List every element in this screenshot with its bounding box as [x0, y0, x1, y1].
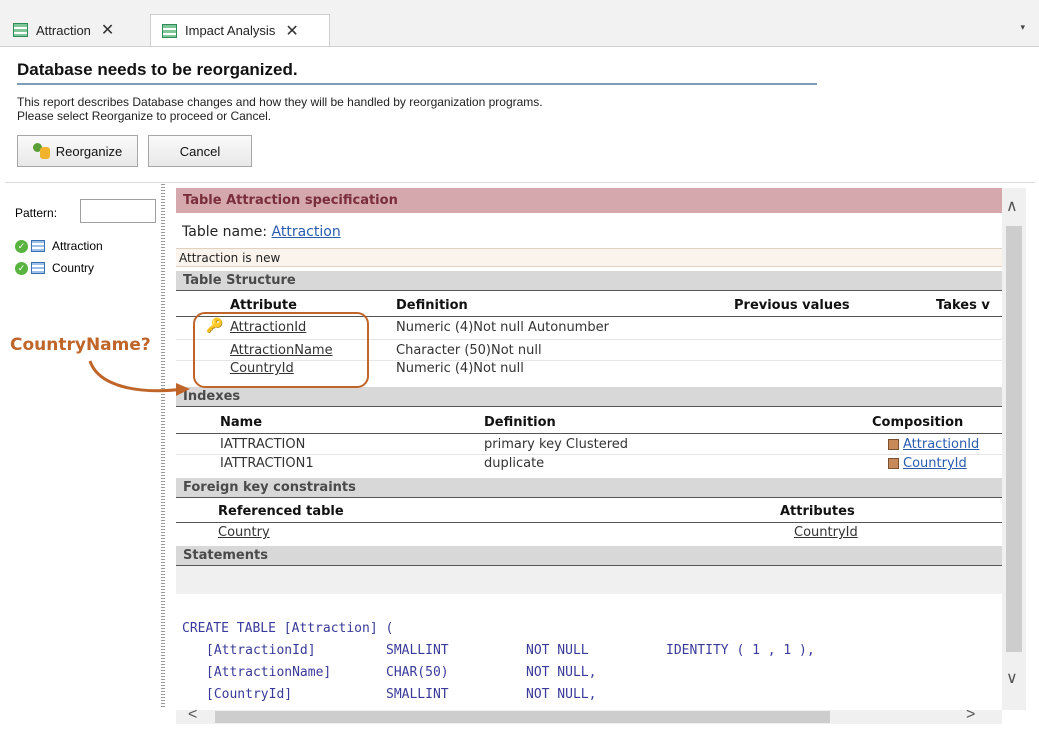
- close-icon[interactable]: ✕: [285, 21, 298, 41]
- section-foreign-keys: Foreign key constraints: [176, 478, 1002, 498]
- check-icon: ✓: [15, 239, 28, 253]
- check-icon: ✓: [15, 261, 28, 275]
- reorganize-icon: [32, 143, 51, 159]
- sql-create-line: CREATE TABLE [Attraction] (: [182, 621, 394, 636]
- composition-link[interactable]: AttractionId: [903, 437, 979, 452]
- table-name: Table name: Attraction: [182, 224, 341, 240]
- referenced-table-link[interactable]: Country: [218, 525, 270, 540]
- fk-attribute-link[interactable]: CountryId: [794, 525, 858, 540]
- tree-item-label: Attraction: [52, 239, 103, 253]
- table-icon: [31, 262, 45, 274]
- tree-item-attraction[interactable]: ✓ Attraction: [15, 237, 103, 255]
- sql-column-name: [AttractionId]: [206, 643, 316, 658]
- statements-gap: [176, 566, 1002, 594]
- table-icon: [13, 23, 28, 37]
- composition-link[interactable]: CountryId: [903, 456, 967, 471]
- tab-label: Attraction: [36, 22, 91, 38]
- spec-header: Table Attraction specification: [176, 188, 1002, 213]
- column-header: Referenced table: [218, 504, 344, 519]
- row-divider: [176, 454, 1002, 455]
- report-view: Table Attraction specification Table nam…: [176, 188, 1002, 710]
- index-definition: primary key Clustered: [484, 437, 629, 452]
- section-title: Foreign key constraints: [183, 480, 356, 495]
- new-table-notice: Attraction is new: [176, 248, 1002, 267]
- sql-null-constraint: NOT NULL: [526, 643, 589, 658]
- reorganize-button[interactable]: Reorganize: [17, 135, 138, 167]
- tree-item-label: Country: [52, 261, 95, 275]
- header-rule: [176, 433, 1002, 434]
- index-composition: AttractionId: [888, 437, 979, 452]
- column-header: Composition: [872, 415, 964, 430]
- annotation-arrow: [88, 360, 190, 396]
- index-composition: CountryId: [888, 456, 967, 471]
- table-name-label: Table name:: [182, 224, 272, 240]
- attribute-definition: Character (50)Not null: [396, 343, 542, 358]
- tab-label: Impact Analysis: [185, 23, 276, 38]
- table-icon: [31, 240, 45, 252]
- sql-null-constraint: NOT NULL,: [526, 687, 597, 702]
- scroll-left-icon[interactable]: <: [188, 706, 197, 724]
- pattern-label: Pattern:: [15, 206, 58, 220]
- new-table-text: Attraction is new: [179, 251, 281, 265]
- column-header: Previous values: [734, 298, 850, 313]
- column-header: Definition: [484, 415, 556, 430]
- pattern-input[interactable]: [80, 199, 156, 223]
- sql-null-constraint: NOT NULL,: [526, 665, 597, 680]
- column-header: Name: [220, 415, 263, 430]
- scroll-down-icon[interactable]: ∨: [1006, 668, 1018, 688]
- sql-column-type: CHAR(50): [386, 665, 449, 680]
- index-definition: duplicate: [484, 456, 545, 471]
- impact-analysis-icon: [162, 23, 177, 38]
- tree-item-country[interactable]: ✓ Country: [15, 259, 94, 277]
- sql-column-name: [AttractionName]: [206, 665, 332, 680]
- annotation-highlight-box: [193, 312, 369, 388]
- attribute-icon: [888, 458, 899, 469]
- vertical-scroll-thumb[interactable]: [1006, 226, 1022, 652]
- description: This report describes Database changes a…: [17, 95, 543, 123]
- close-icon[interactable]: ✕: [101, 20, 114, 40]
- description-line: This report describes Database changes a…: [17, 95, 543, 109]
- section-table-structure: Table Structure: [176, 271, 1002, 291]
- section-title: Statements: [183, 548, 268, 563]
- reorganize-label: Reorganize: [55, 143, 123, 159]
- horizontal-scroll-thumb[interactable]: [215, 711, 830, 723]
- tab-impact-analysis[interactable]: Impact Analysis ✕: [150, 14, 330, 46]
- sql-column-type: SMALLINT: [386, 687, 449, 702]
- attribute-definition: Numeric (4)Not null: [396, 361, 524, 376]
- header-rule: [176, 522, 1002, 523]
- annotation-label: CountryName?: [8, 335, 153, 355]
- divider: [5, 182, 1035, 183]
- index-name: IATTRACTION: [220, 437, 306, 452]
- sql-column-name: [CountryId]: [206, 687, 293, 702]
- sql-identity: IDENTITY ( 1 , 1 ),: [666, 643, 815, 658]
- attribute-icon: [888, 439, 899, 450]
- table-name-link[interactable]: Attraction: [272, 224, 341, 240]
- section-title: Table Structure: [183, 273, 296, 288]
- spec-title: Table Attraction specification: [183, 193, 398, 208]
- column-header: Definition: [396, 298, 468, 313]
- tab-attraction[interactable]: Attraction ✕: [8, 14, 148, 46]
- panel-splitter[interactable]: [161, 184, 165, 709]
- column-header: Attribute: [230, 298, 297, 313]
- page-title: Database needs to be reorganized.: [17, 60, 298, 79]
- column-header: Attributes: [780, 504, 855, 519]
- cancel-button[interactable]: Cancel: [148, 135, 252, 167]
- tab-menu-icon[interactable]: ▾: [1020, 22, 1025, 33]
- column-header: Takes v: [936, 298, 990, 313]
- title-underline: [17, 83, 817, 85]
- section-statements: Statements: [176, 546, 1002, 566]
- section-indexes: Indexes: [176, 387, 1002, 407]
- attribute-definition: Numeric (4)Not null Autonumber: [396, 320, 609, 335]
- scroll-up-icon[interactable]: ∧: [1006, 196, 1018, 216]
- sql-column-type: SMALLINT: [386, 643, 449, 658]
- scroll-right-icon[interactable]: >: [966, 706, 975, 724]
- description-line: Please select Reorganize to proceed or C…: [17, 109, 272, 123]
- index-name: IATTRACTION1: [220, 456, 314, 471]
